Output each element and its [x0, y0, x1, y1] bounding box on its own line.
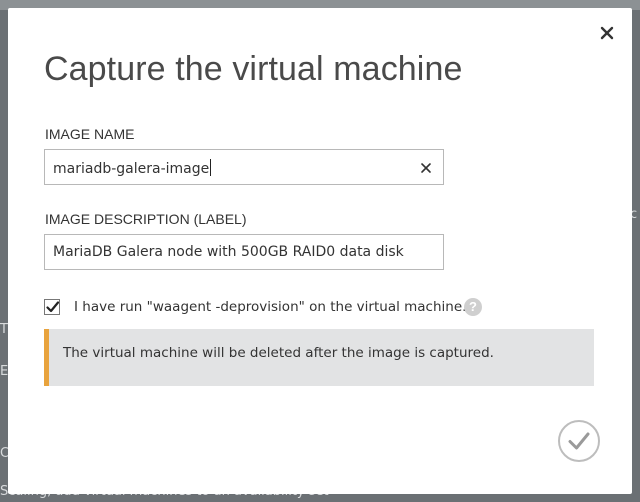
image-description-value: MariaDB Galera node with 500GB RAID0 dat… [53, 244, 404, 260]
image-description-input[interactable]: MariaDB Galera node with 500GB RAID0 dat… [44, 234, 444, 270]
text-caret [210, 159, 212, 176]
checkmark-icon [568, 432, 590, 450]
dialog-title: Capture the virtual machine [44, 50, 463, 88]
deprovision-checkbox[interactable] [44, 299, 60, 315]
background-text-fragment: E [0, 364, 9, 379]
capture-vm-dialog: Capture the virtual machine IMAGE NAME m… [8, 8, 632, 494]
background-text-fragment: T [0, 322, 8, 337]
clear-icon[interactable] [419, 160, 433, 174]
warning-message: The virtual machine will be deleted afte… [44, 329, 594, 386]
close-icon[interactable] [598, 24, 616, 42]
image-name-value: mariadb-galera-image [53, 161, 210, 177]
image-name-label: IMAGE NAME [45, 126, 135, 142]
image-name-value-wrap: mariadb-galera-image [53, 159, 212, 177]
image-description-label: IMAGE DESCRIPTION (LABEL) [45, 211, 247, 227]
help-icon[interactable]: ? [464, 298, 482, 316]
warning-text: The virtual machine will be deleted afte… [63, 345, 494, 361]
deprovision-checkbox-label[interactable]: I have run "waagent -deprovision" on the… [74, 299, 466, 315]
confirm-button[interactable] [558, 420, 600, 462]
image-name-input[interactable]: mariadb-galera-image [44, 149, 444, 185]
